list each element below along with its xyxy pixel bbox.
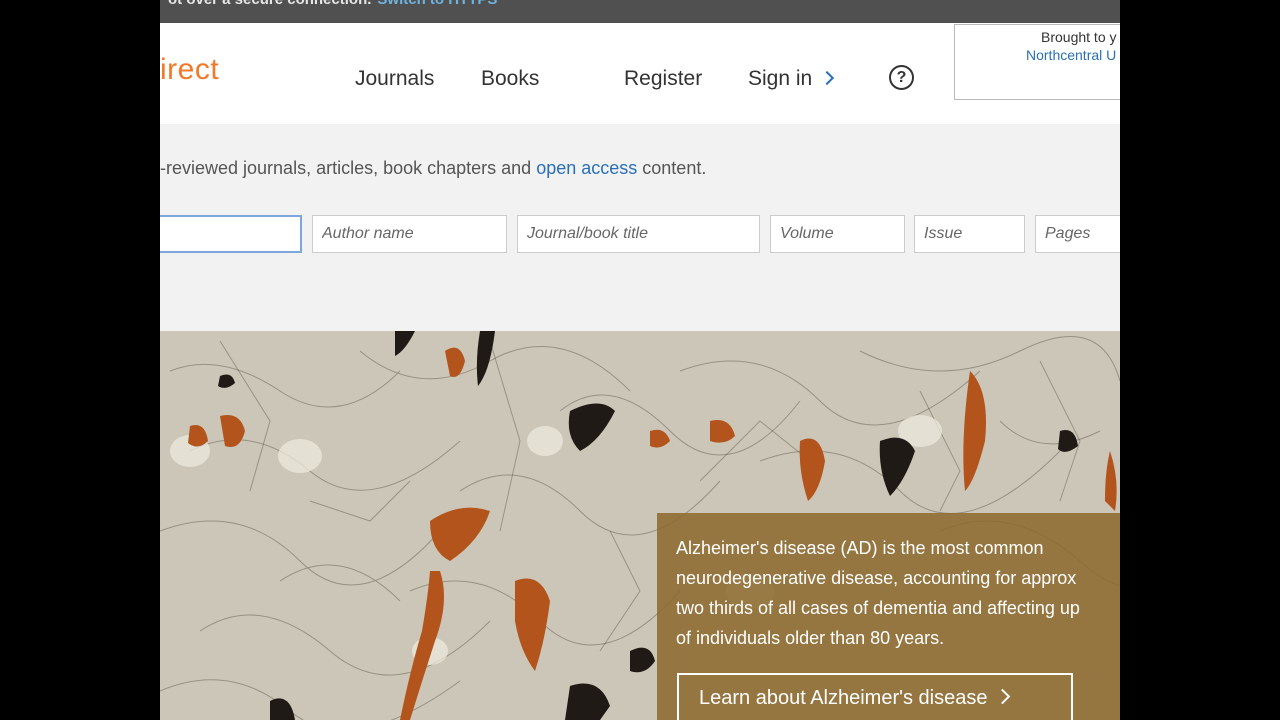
hero-info-panel: Alzheimer's disease (AD) is the most com… [657,513,1120,720]
volume-input[interactable] [770,215,905,253]
journal-book-title-input[interactable] [517,215,760,253]
sign-in-label: Sign in [748,67,813,90]
learn-about-alzheimers-button[interactable]: Learn about Alzheimer's disease [677,673,1073,720]
learn-button-label: Learn about Alzheimer's disease [699,687,988,709]
chevron-right-icon [995,688,1011,705]
keywords-input[interactable] [160,215,302,253]
author-name-input[interactable] [312,215,507,253]
security-notice-bar: ot over a secure connection. Switch to HT… [160,0,1120,23]
institution-access-box[interactable]: Brought to y Northcentral U [954,24,1120,100]
sciencedirect-logo[interactable]: irect [160,53,219,87]
security-notice-message: ot over a secure connection. [168,0,371,8]
open-access-link[interactable]: open access [536,158,637,178]
nav-journals[interactable]: Journals [355,67,434,91]
hero-banner: Alzheimer's disease (AD) is the most com… [160,331,1120,720]
pages-input[interactable] [1035,215,1120,253]
search-tagline: -reviewed journals, articles, book chapt… [160,158,706,179]
hero-description: Alzheimer's disease (AD) is the most com… [676,538,1080,648]
institution-name-link[interactable]: Northcentral U [1026,47,1116,63]
nav-sign-in[interactable]: Sign in [748,67,835,91]
chevron-right-icon [820,70,835,86]
browser-viewport: ot over a secure connection. Switch to HT… [160,0,1120,720]
institution-brought-by: Brought to y [1041,29,1117,45]
tagline-suffix: content. [637,158,707,178]
tagline-prefix: -reviewed journals, articles, book chapt… [160,158,537,178]
switch-to-https-link[interactable]: Switch to HTTPS [377,0,497,8]
nav-register[interactable]: Register [624,67,702,91]
site-header: irect Journals Books Register Sign in ? … [160,23,1120,124]
help-icon[interactable]: ? [889,65,914,90]
nav-books[interactable]: Books [481,67,539,91]
security-notice-text: ot over a secure connection. Switch to HT… [168,0,497,8]
issue-input[interactable] [914,215,1025,253]
